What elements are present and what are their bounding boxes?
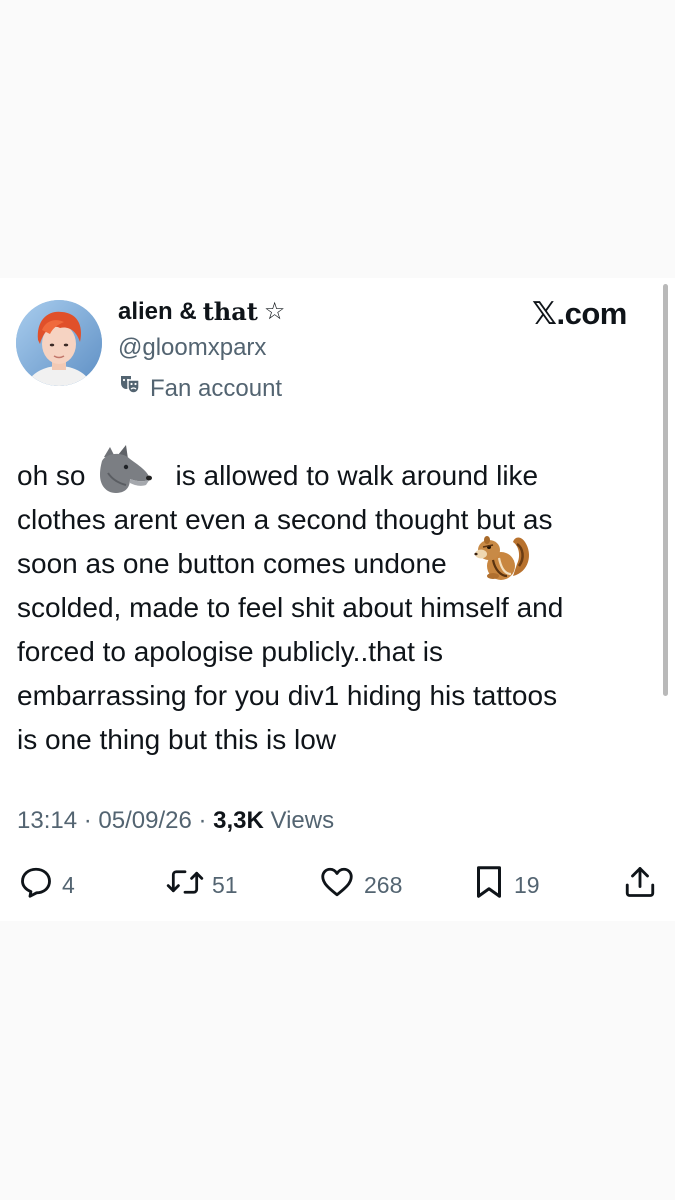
- x-logo: 𝕏.com: [532, 296, 627, 332]
- reply-button[interactable]: 4: [18, 864, 75, 906]
- tweet-text-segment: scolded, made to feel shit about himself…: [17, 592, 564, 623]
- tweet-line: embarrassing for you div1 hiding his tat…: [17, 674, 662, 718]
- account-label-text: Fan account: [150, 374, 283, 402]
- tweet-text-segment: is one thing but this is low: [17, 724, 337, 755]
- tweet-text-segment: embarrassing for you div1 hiding his tat…: [17, 680, 558, 711]
- tweet-text-segment: soon as one button comes undone: [17, 548, 447, 579]
- tweet-date[interactable]: 05/09/26: [98, 807, 191, 834]
- reply-icon: [18, 864, 54, 906]
- tweet-text-segment: is allowed to walk around like: [175, 460, 539, 491]
- tweet-line: clothes arent even a second thought but …: [17, 498, 662, 542]
- separator: ·: [77, 807, 99, 834]
- separator: ·: [191, 807, 214, 834]
- tweet-text: oh so is allowed to walk around like clo…: [17, 444, 662, 762]
- account-label[interactable]: Fan account: [118, 373, 282, 404]
- like-button[interactable]: 268: [318, 864, 402, 906]
- repost-count: 51: [212, 871, 238, 898]
- action-bar: 4 51 268 19: [0, 864, 675, 906]
- tweet-line: soon as one button comes undone: [17, 535, 662, 586]
- share-button[interactable]: [622, 864, 658, 906]
- tweet-meta: 13:14 · 05/09/26 · 3,3K Views: [17, 807, 334, 835]
- heart-icon: [318, 864, 356, 906]
- theater-masks-icon: [118, 373, 142, 404]
- display-name-styled: that: [202, 297, 258, 326]
- views-count: 3,3K: [213, 807, 264, 834]
- scrollbar[interactable]: [663, 284, 668, 696]
- like-count: 268: [364, 871, 403, 898]
- reply-count: 4: [62, 871, 75, 898]
- tweet-line: scolded, made to feel shit about himself…: [17, 586, 662, 630]
- bookmark-button[interactable]: 19: [472, 864, 540, 906]
- user-handle[interactable]: @gloomxparx: [118, 334, 266, 362]
- repost-icon: [166, 864, 204, 906]
- tweet-line: oh so is allowed to walk around like: [17, 444, 662, 498]
- share-icon: [622, 864, 658, 906]
- star-icon: ☆: [263, 298, 286, 325]
- tweet-text-segment: forced to apologise publicly..that is: [17, 636, 443, 667]
- display-name-text: alien &: [118, 297, 197, 325]
- bookmark-count: 19: [514, 871, 540, 898]
- display-name[interactable]: alien & that ☆: [118, 297, 285, 326]
- tweet-line: forced to apologise publicly..that is: [17, 630, 662, 674]
- x-domain: .com: [556, 296, 627, 331]
- views-label: Views: [270, 807, 335, 834]
- tweet-line: is one thing but this is low: [17, 718, 662, 762]
- avatar-image: [16, 300, 102, 386]
- repost-button[interactable]: 51: [166, 864, 238, 906]
- bookmark-icon: [472, 864, 506, 906]
- tweet-text-segment: oh so: [17, 460, 86, 491]
- tweet-time[interactable]: 13:14: [17, 807, 77, 834]
- avatar[interactable]: [16, 300, 102, 386]
- x-glyph: 𝕏: [532, 296, 557, 332]
